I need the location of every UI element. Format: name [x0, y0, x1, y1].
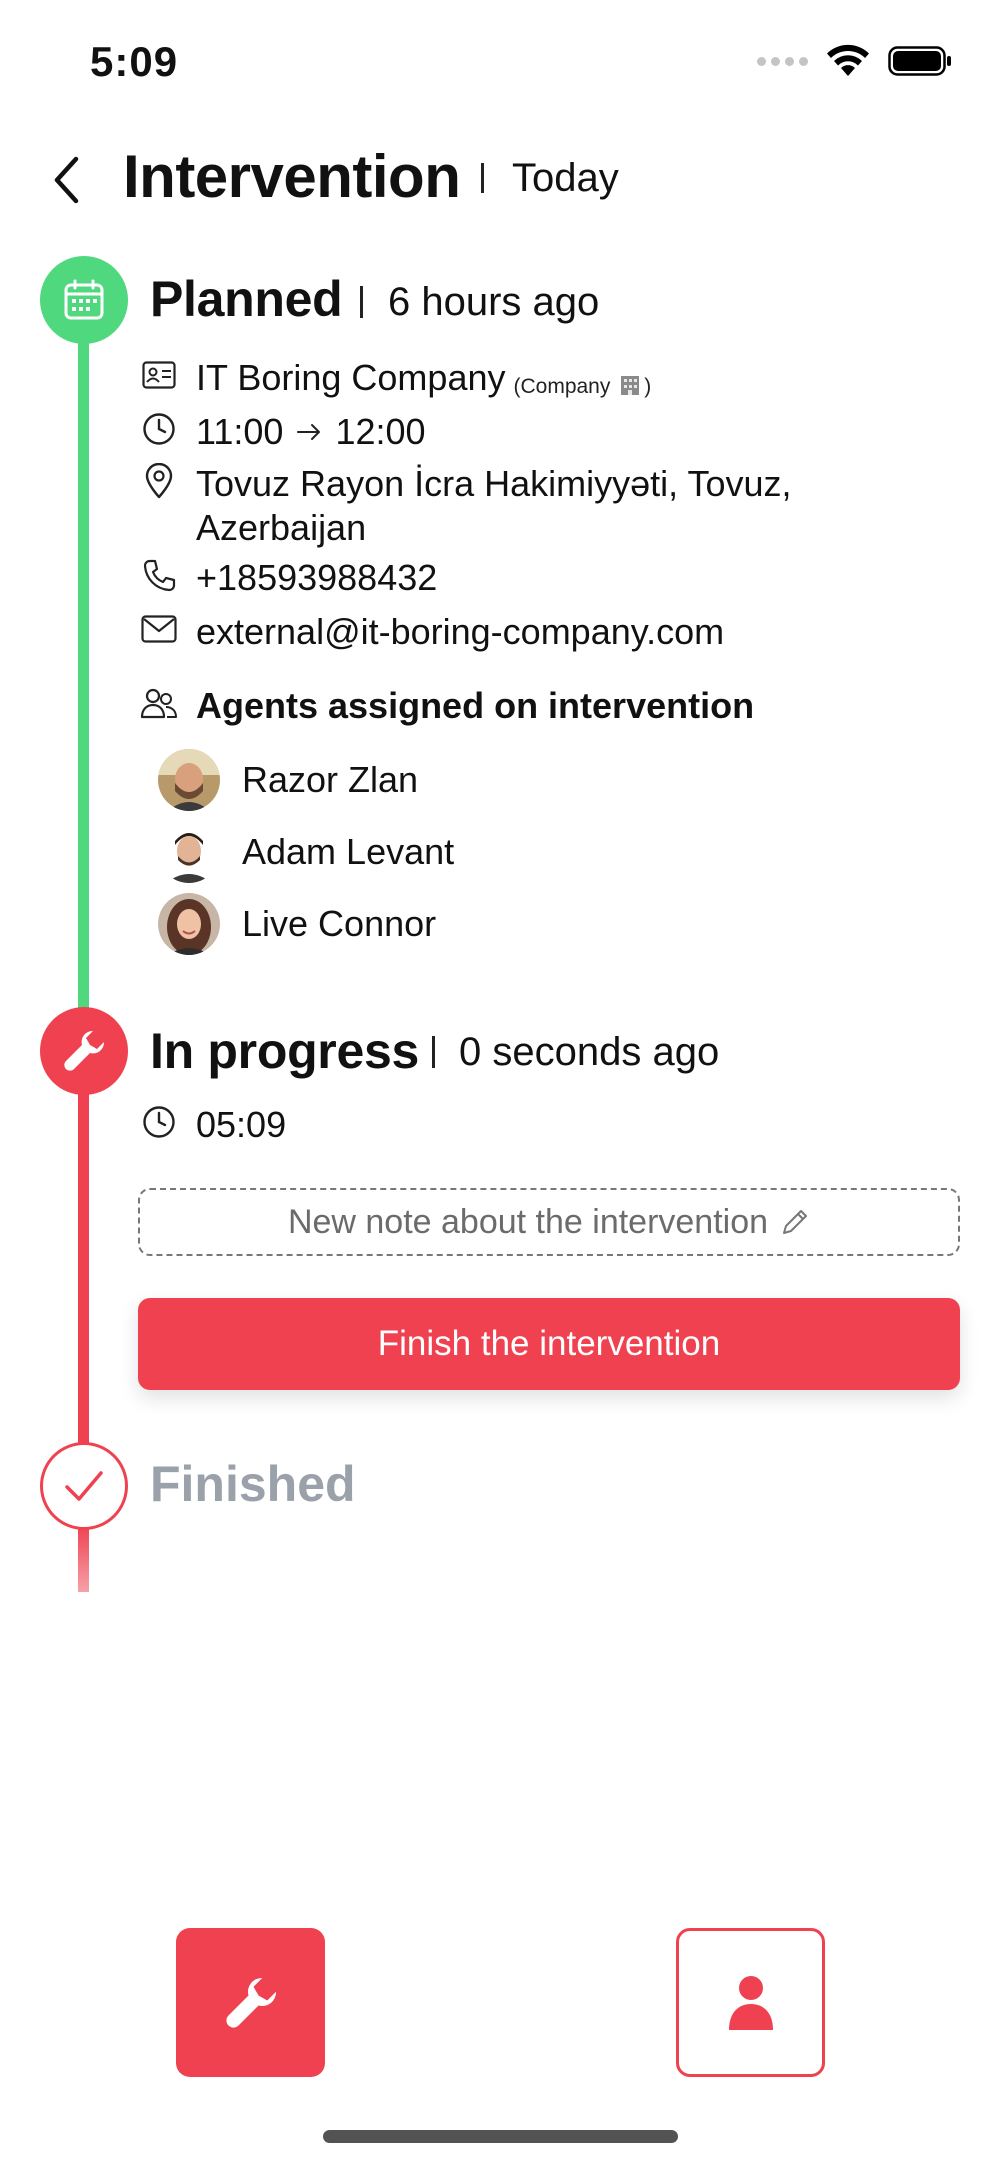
- chevron-left-icon: [54, 156, 79, 204]
- avatar: [158, 821, 220, 883]
- address-line2: Azerbaijan: [196, 507, 367, 548]
- agent-item[interactable]: Razor Zlan: [158, 749, 418, 811]
- note-placeholder: New note about the intervention: [287, 1202, 769, 1241]
- wrench-icon: [64, 1030, 105, 1071]
- building-icon: [621, 376, 640, 395]
- status-icons: [757, 44, 952, 78]
- nav-profile-button[interactable]: [676, 1928, 825, 2077]
- new-note-input[interactable]: New note about the intervention: [138, 1188, 960, 1256]
- start-time: 05:09: [196, 1104, 287, 1145]
- schedule-end: 12:00: [335, 411, 426, 452]
- avatar: [158, 749, 220, 811]
- schedule-row: 11:00 12:00: [140, 410, 426, 454]
- in-progress-divider: [432, 1036, 435, 1068]
- planned-step-node: [40, 256, 128, 344]
- wifi-icon: [827, 44, 869, 76]
- timeline-line-finished: [78, 1525, 89, 1592]
- agents-heading: Agents assigned on intervention: [196, 685, 755, 726]
- person-icon: [728, 1975, 773, 2030]
- address-row: Tovuz Rayon İcra Hakimiyyəti, Tovuz, Aze…: [140, 462, 792, 550]
- mail-icon: [141, 615, 177, 643]
- title-divider: [481, 163, 484, 193]
- home-indicator: [323, 2130, 678, 2143]
- page-title: Intervention: [123, 143, 461, 210]
- timeline-line-progress: [78, 1090, 89, 1450]
- email-row[interactable]: external@it-boring-company.com: [140, 610, 724, 654]
- in-progress-time-ago: 0 seconds ago: [459, 1030, 720, 1074]
- agent-item[interactable]: Adam Levant: [158, 821, 454, 883]
- in-progress-step-node: [40, 1007, 128, 1095]
- check-icon: [65, 1471, 103, 1501]
- planned-title: Planned: [150, 271, 343, 327]
- planned-divider: [360, 286, 363, 318]
- start-time-row: 05:09: [140, 1103, 286, 1147]
- company-row: IT Boring Company (Company ): [140, 356, 651, 409]
- wrench-icon: [225, 1977, 276, 2028]
- finish-intervention-button[interactable]: Finish the intervention: [138, 1298, 960, 1390]
- phone-number[interactable]: +18593988432: [196, 556, 437, 600]
- company-tag: (Company ): [513, 375, 652, 398]
- agent-name: Razor Zlan: [242, 759, 419, 800]
- arrow-right-icon: [297, 424, 321, 440]
- agent-name: Live Connor: [242, 903, 437, 944]
- phone-row[interactable]: +18593988432: [140, 556, 437, 600]
- signal-icon: [757, 56, 808, 66]
- calendar-icon: [64, 279, 104, 320]
- id-card-icon: [142, 361, 176, 389]
- battery-icon: [888, 46, 951, 76]
- clock-icon: [143, 413, 175, 445]
- back-button[interactable]: [52, 150, 92, 210]
- page-subtitle: Today: [512, 156, 619, 200]
- users-icon: [140, 688, 177, 719]
- phone-icon: [143, 559, 176, 592]
- clock-icon: [143, 1106, 175, 1138]
- finished-title: Finished: [150, 1456, 356, 1512]
- email-address[interactable]: external@it-boring-company.com: [196, 610, 724, 654]
- location-pin-icon: [145, 463, 173, 499]
- nav-interventions-button[interactable]: [176, 1928, 325, 2077]
- agent-item[interactable]: Live Connor: [158, 893, 436, 955]
- company-name: IT Boring Company: [196, 357, 506, 398]
- finished-step-node: [40, 1442, 128, 1530]
- timeline-line-planned: [78, 300, 89, 1020]
- schedule-start: 11:00: [196, 411, 284, 452]
- in-progress-title: In progress: [150, 1023, 419, 1079]
- agent-name: Adam Levant: [242, 831, 455, 872]
- status-time: 5:09: [90, 38, 179, 85]
- agents-heading-row: Agents assigned on intervention: [140, 684, 754, 728]
- pencil-icon: [783, 1210, 808, 1234]
- avatar: [158, 893, 220, 955]
- planned-time-ago: 6 hours ago: [388, 280, 600, 324]
- address-line1: Tovuz Rayon İcra Hakimiyyəti, Tovuz,: [196, 463, 792, 504]
